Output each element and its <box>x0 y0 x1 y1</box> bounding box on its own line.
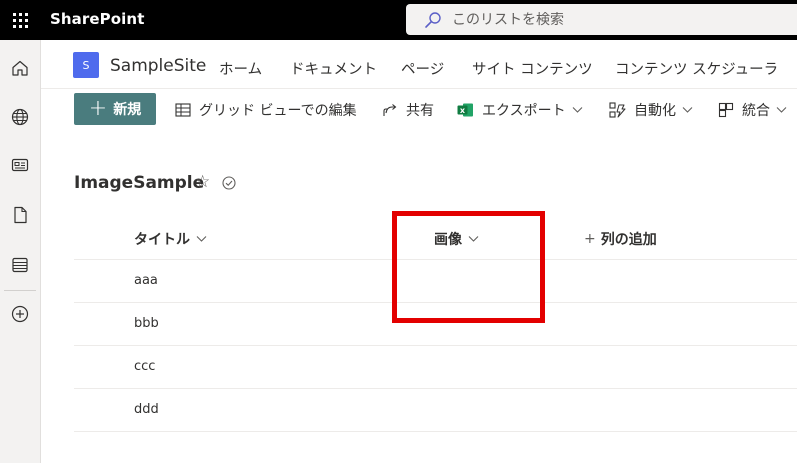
grid-icon <box>175 102 191 118</box>
search-box[interactable] <box>406 4 797 35</box>
left-rail <box>0 40 41 463</box>
site-name[interactable]: SampleSite <box>110 56 206 76</box>
integrate-label: 統合 <box>742 103 770 119</box>
chevron-down-icon <box>196 235 207 243</box>
add-column-label: 列の追加 <box>600 232 657 248</box>
chevron-down-icon <box>776 106 787 114</box>
home-icon[interactable] <box>0 50 40 86</box>
add-column-button[interactable]: + 列の追加 <box>584 229 657 249</box>
news-icon[interactable] <box>0 147 40 183</box>
create-icon[interactable] <box>0 296 40 332</box>
integrate-icon <box>718 102 734 118</box>
star-icon[interactable]: ☆ <box>195 172 210 192</box>
column-header-title[interactable]: タイトル <box>134 229 207 249</box>
integrate-button[interactable]: 統合 <box>718 96 787 124</box>
plus-icon: + <box>584 231 596 247</box>
excel-icon: x <box>457 102 474 118</box>
svg-text:x: x <box>460 106 466 115</box>
export-label: エクスポート <box>482 103 566 119</box>
grid-edit-label: グリッド ビューでの編集 <box>199 103 357 119</box>
chevron-down-icon <box>682 106 693 114</box>
grid-edit-button[interactable]: グリッド ビューでの編集 <box>175 96 357 124</box>
share-icon <box>382 102 398 118</box>
export-button[interactable]: x エクスポート <box>457 96 583 124</box>
highlight-box <box>392 211 545 323</box>
list-title: ImageSample <box>74 173 205 193</box>
document-icon[interactable] <box>0 197 40 233</box>
check-circle-icon[interactable] <box>221 175 237 195</box>
share-button[interactable]: 共有 <box>382 96 434 124</box>
row-divider <box>74 388 797 389</box>
app-launcher-icon[interactable] <box>0 0 40 40</box>
table-row-title[interactable]: aaa <box>134 273 158 288</box>
chevron-down-icon <box>572 106 583 114</box>
automate-icon <box>609 102 626 118</box>
search-input[interactable] <box>452 11 752 28</box>
nav-item-home[interactable]: ホーム <box>219 58 262 79</box>
row-divider <box>74 431 797 432</box>
automate-label: 自動化 <box>634 103 676 119</box>
lists-icon[interactable] <box>0 247 40 283</box>
command-bar-divider <box>41 88 797 89</box>
rail-divider <box>4 290 36 291</box>
column-header-title-label: タイトル <box>134 232 190 248</box>
nav-item-pages[interactable]: ページ <box>401 58 444 79</box>
row-divider <box>74 345 797 346</box>
table-row-title[interactable]: ddd <box>134 402 159 417</box>
automate-button[interactable]: 自動化 <box>609 96 693 124</box>
table-row-title[interactable]: bbb <box>134 316 159 331</box>
new-button[interactable]: + 新規 <box>74 93 156 125</box>
search-icon <box>425 11 441 28</box>
globe-icon[interactable] <box>0 99 40 135</box>
nav-item-site-contents[interactable]: サイト コンテンツ <box>472 58 593 79</box>
suite-bar: SharePoint <box>0 0 797 40</box>
share-label: 共有 <box>406 103 434 119</box>
plus-icon: + <box>88 96 108 121</box>
site-logo[interactable]: S <box>73 52 99 78</box>
app-brand[interactable]: SharePoint <box>50 10 144 28</box>
nav-item-documents[interactable]: ドキュメント <box>290 58 377 79</box>
nav-item-content-scheduler[interactable]: コンテンツ スケジューラ <box>615 58 778 79</box>
new-button-label: 新規 <box>113 102 142 118</box>
table-row-title[interactable]: ccc <box>134 359 155 374</box>
